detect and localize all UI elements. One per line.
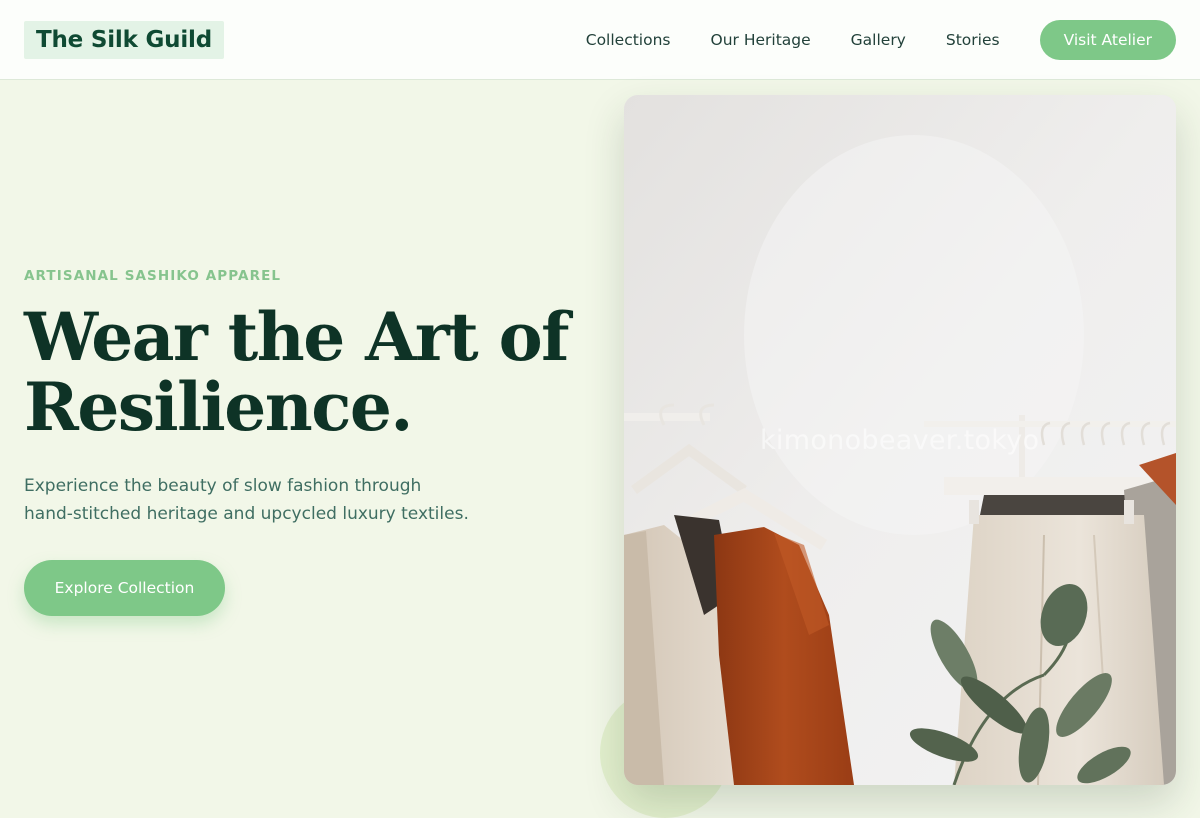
hero-subtext-line-2: hand-stitched heritage and upcycled luxu… bbox=[24, 504, 469, 524]
hero-subtext-line-1: Experience the beauty of slow fashion th… bbox=[24, 476, 422, 496]
hero-headline-line-2: Resilience. bbox=[24, 368, 413, 446]
site-header: The Silk Guild Collections Our Heritage … bbox=[0, 0, 1200, 80]
hero-photo: kimonobeaver.tokyo bbox=[624, 95, 1176, 785]
hero-headline-line-1: Wear the Art of bbox=[24, 298, 570, 376]
main-nav: Collections Our Heritage Gallery Stories… bbox=[586, 19, 1176, 60]
nav-link-our-heritage[interactable]: Our Heritage bbox=[711, 31, 811, 49]
nav-link-stories[interactable]: Stories bbox=[946, 31, 1000, 49]
nav-link-collections[interactable]: Collections bbox=[586, 31, 671, 49]
brand-logo[interactable]: The Silk Guild bbox=[24, 20, 224, 59]
explore-collection-button[interactable]: Explore Collection bbox=[24, 560, 225, 616]
hero-subtext: Experience the beauty of slow fashion th… bbox=[24, 472, 494, 528]
visit-atelier-button[interactable]: Visit Atelier bbox=[1039, 19, 1176, 60]
nav-link-gallery[interactable]: Gallery bbox=[851, 31, 906, 49]
hero-eyebrow: ARTISANAL SASHIKO APPAREL bbox=[24, 268, 282, 284]
image-watermark: kimonobeaver.tokyo bbox=[760, 425, 1040, 456]
hero-headline: Wear the Art of Resilience. bbox=[24, 302, 584, 442]
